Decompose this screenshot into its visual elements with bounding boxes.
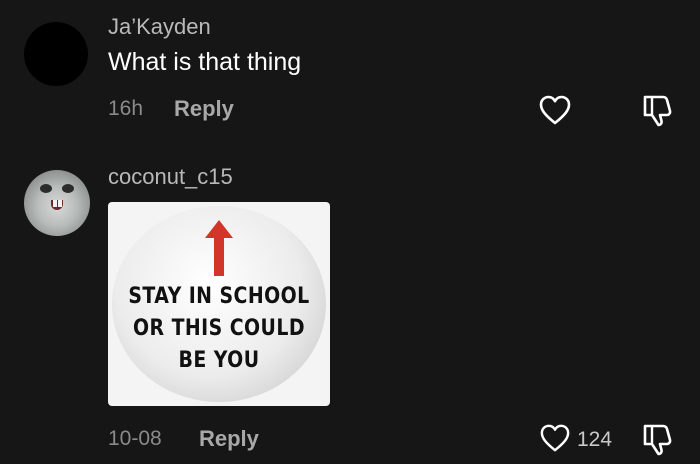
avatar-tooth (53, 200, 57, 207)
dislike-icon[interactable] (639, 421, 675, 462)
badge-line-1: STAY IN SCHOOL (128, 284, 310, 309)
comment-username[interactable]: Ja’Kayden (108, 14, 211, 40)
red-arrow-icon (205, 220, 233, 276)
comment-time: 16h (108, 97, 144, 120)
comment-username[interactable]: coconut_c15 (108, 164, 233, 190)
avatar-eye (62, 184, 74, 193)
like-count: 124 (577, 428, 613, 451)
avatar-tooth (58, 200, 62, 207)
avatar[interactable] (24, 170, 90, 236)
avatar-eye (40, 184, 52, 193)
comment-image-attachment[interactable]: STAY IN SCHOOL OR THIS COULD BE YOU (108, 202, 330, 406)
comment-time: 10-08 (108, 427, 162, 450)
heart-icon[interactable] (539, 423, 571, 458)
reply-button[interactable]: Reply (199, 426, 259, 452)
badge-line-2: OR THIS COULD (133, 316, 305, 341)
badge-line-3: BE YOU (178, 348, 260, 373)
dislike-icon[interactable] (639, 92, 675, 133)
reply-button[interactable]: Reply (174, 96, 234, 122)
heart-icon[interactable] (538, 94, 572, 131)
comment-text: What is that thing (108, 48, 302, 76)
avatar[interactable] (24, 22, 88, 86)
